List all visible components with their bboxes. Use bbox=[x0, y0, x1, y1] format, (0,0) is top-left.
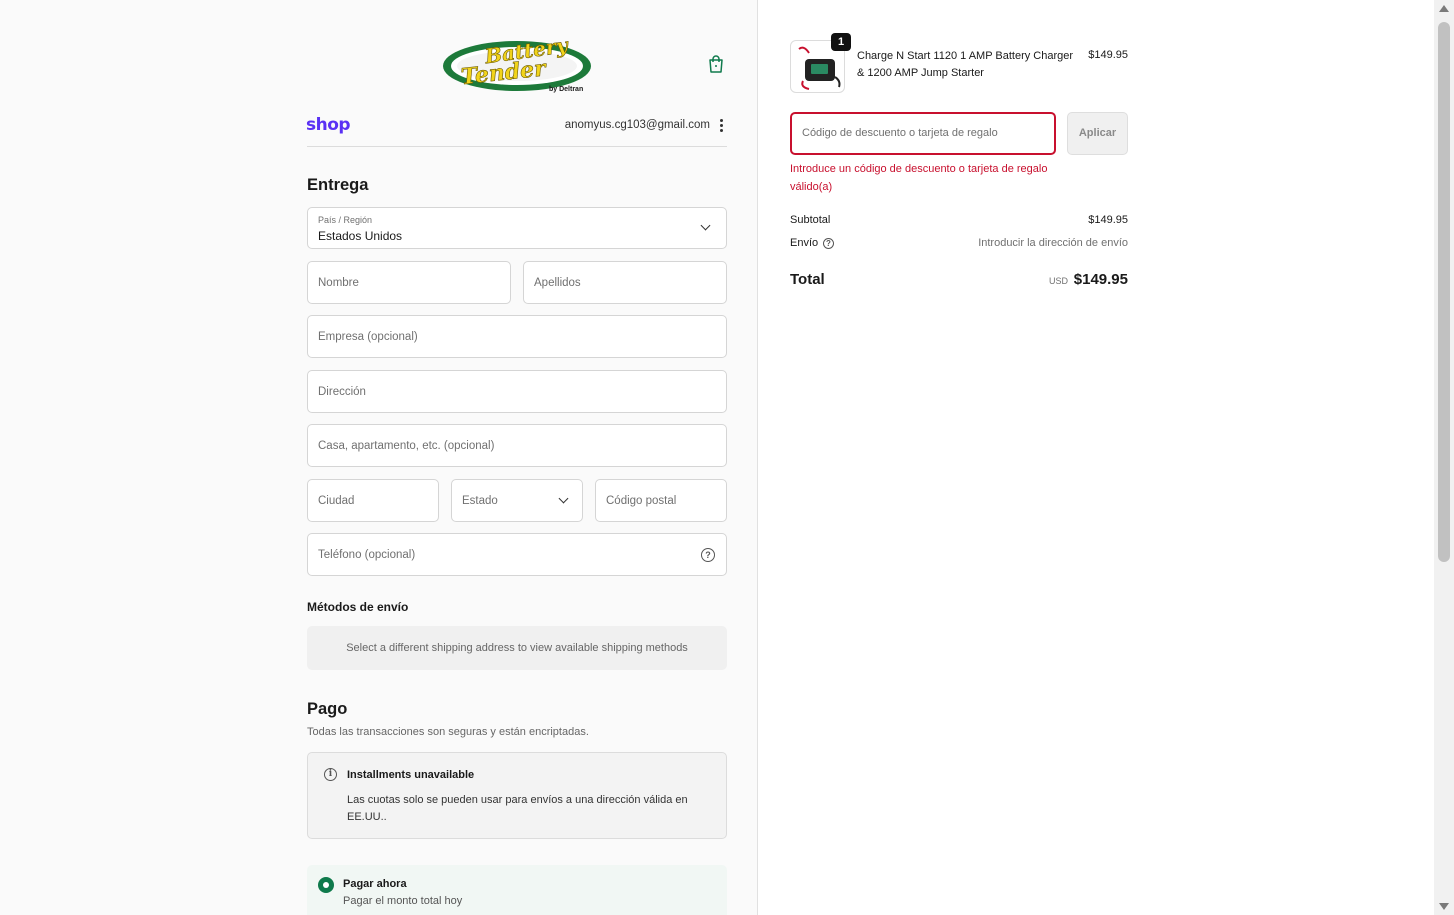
shopping-bag-icon[interactable] bbox=[706, 54, 726, 74]
delivery-title: Entrega bbox=[307, 176, 369, 194]
phone-field[interactable]: Teléfono (opcional) ? bbox=[307, 533, 727, 576]
quantity-badge: 1 bbox=[831, 33, 851, 51]
question-circle-icon[interactable]: ? bbox=[823, 238, 834, 249]
pay-now-option[interactable]: Pagar ahora Pagar el monto total hoy bbox=[307, 865, 727, 915]
pay-now-sublabel: Pagar el monto total hoy bbox=[343, 895, 463, 907]
pay-now-label: Pagar ahora bbox=[343, 878, 407, 890]
shipping-methods-title: Métodos de envío bbox=[307, 600, 409, 614]
scrollbar-thumb[interactable] bbox=[1438, 22, 1450, 562]
subtotal-value: $149.95 bbox=[1088, 214, 1128, 226]
city-placeholder: Ciudad bbox=[318, 494, 355, 507]
info-icon: i bbox=[324, 768, 337, 781]
postal-code-field[interactable]: Código postal bbox=[595, 479, 727, 522]
product-name: Charge N Start 1120 1 AMP Battery Charge… bbox=[857, 50, 1074, 79]
scroll-up-arrow-icon[interactable] bbox=[1439, 5, 1449, 12]
first-name-placeholder: Nombre bbox=[318, 276, 359, 289]
checkout-form-panel: Battery Tender by Deltran shop anomyus.c… bbox=[0, 0, 758, 915]
postal-code-placeholder: Código postal bbox=[606, 494, 677, 507]
shipping-label: Envío bbox=[790, 237, 819, 249]
company-field[interactable]: Empresa (opcional) bbox=[307, 315, 727, 358]
chevron-down-icon bbox=[700, 220, 711, 231]
svg-text:by Deltran: by Deltran bbox=[549, 86, 583, 93]
shop-pay-logo[interactable]: shop bbox=[306, 115, 351, 135]
total-label: Total bbox=[790, 271, 825, 288]
country-select[interactable]: País / Región Estados Unidos bbox=[307, 207, 727, 249]
company-placeholder: Empresa (opcional) bbox=[318, 330, 418, 343]
shipping-value: Introducir la dirección de envío bbox=[978, 237, 1128, 249]
product-price: $149.95 bbox=[1088, 49, 1128, 61]
last-name-field[interactable]: Apellidos bbox=[523, 261, 727, 304]
discount-error-message: Introduce un código de descuento o tarje… bbox=[790, 163, 1048, 193]
installments-notice: i Installments unavailable Las cuotas so… bbox=[307, 752, 727, 839]
battery-tender-logo[interactable]: Battery Tender by Deltran bbox=[441, 33, 593, 95]
question-circle-icon[interactable]: ? bbox=[701, 548, 715, 562]
scroll-down-arrow-icon[interactable] bbox=[1439, 903, 1449, 910]
page-scrollbar[interactable] bbox=[1434, 0, 1454, 915]
header-divider bbox=[307, 146, 727, 147]
apartment-placeholder: Casa, apartamento, etc. (opcional) bbox=[318, 439, 495, 452]
first-name-field[interactable]: Nombre bbox=[307, 261, 511, 304]
last-name-placeholder: Apellidos bbox=[534, 276, 581, 289]
account-email: anomyus.cg103@gmail.com bbox=[564, 119, 710, 131]
state-select[interactable]: Estado bbox=[451, 479, 583, 522]
notice-title: Installments unavailable bbox=[347, 769, 475, 781]
total-value: $149.95 bbox=[1073, 271, 1128, 288]
address-placeholder: Dirección bbox=[318, 385, 366, 398]
apartment-field[interactable]: Casa, apartamento, etc. (opcional) bbox=[307, 424, 727, 467]
state-placeholder: Estado bbox=[462, 494, 498, 507]
discount-placeholder: Código de descuento o tarjeta de regalo bbox=[802, 127, 998, 139]
apply-discount-button[interactable]: Aplicar bbox=[1067, 112, 1128, 155]
address-field[interactable]: Dirección bbox=[307, 370, 727, 413]
discount-code-input[interactable]: Código de descuento o tarjeta de regalo bbox=[790, 112, 1056, 155]
notice-body: Las cuotas solo se pueden usar para enví… bbox=[347, 794, 688, 823]
chevron-down-icon bbox=[558, 493, 569, 504]
phone-placeholder: Teléfono (opcional) bbox=[318, 548, 416, 561]
shipping-methods-message: Select a different shipping address to v… bbox=[307, 626, 727, 670]
payment-security-note: Todas las transacciones son seguras y es… bbox=[307, 726, 589, 738]
kebab-menu-icon[interactable] bbox=[716, 119, 726, 133]
country-label: País / Región bbox=[318, 215, 373, 225]
payment-title: Pago bbox=[307, 700, 348, 718]
pay-now-radio[interactable] bbox=[318, 877, 334, 893]
city-field[interactable]: Ciudad bbox=[307, 479, 439, 522]
country-value: Estados Unidos bbox=[318, 229, 403, 243]
subtotal-label: Subtotal bbox=[790, 214, 831, 226]
